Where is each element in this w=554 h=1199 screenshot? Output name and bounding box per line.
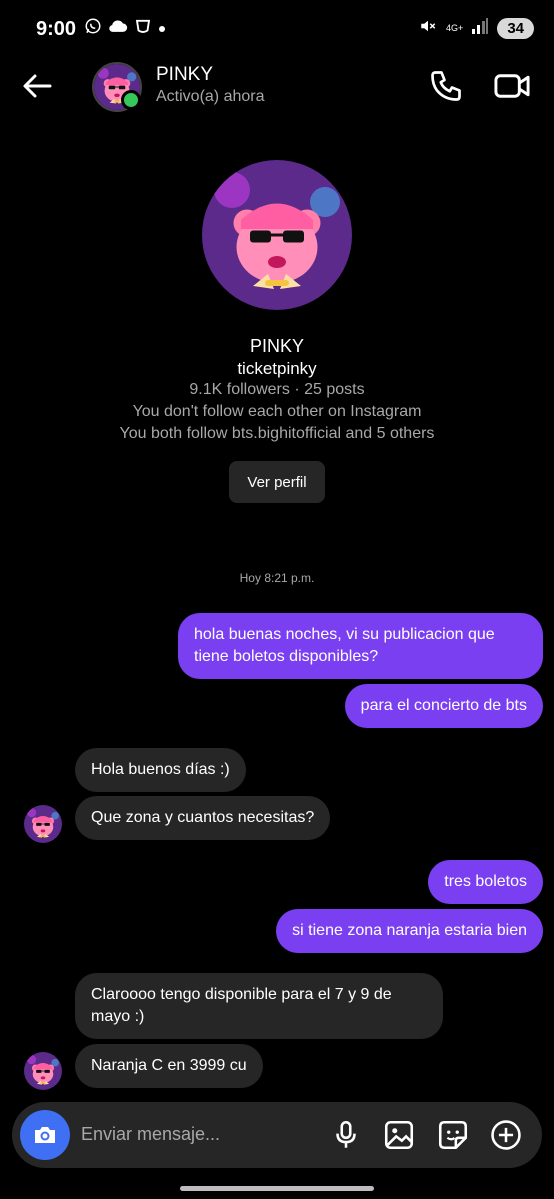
- message-outgoing[interactable]: tres boletos: [428, 860, 543, 904]
- message-input[interactable]: Enviar mensaje...: [81, 1124, 220, 1145]
- home-indicator: [180, 1186, 374, 1191]
- message-incoming[interactable]: Hola buenos días :): [75, 748, 246, 792]
- gallery-icon[interactable]: [382, 1118, 416, 1152]
- phone-icon[interactable]: [428, 68, 464, 104]
- message-outgoing[interactable]: si tiene zona naranja estaria bien: [276, 909, 543, 953]
- profile-name: PINKY: [249, 336, 305, 356]
- follow-note: You don't follow each other on Instagram: [132, 403, 422, 420]
- camera-icon[interactable]: [20, 1110, 70, 1160]
- status-icons-left: [84, 17, 166, 40]
- contact-status: Activo(a) ahora: [156, 88, 265, 105]
- status-time: 9:00: [36, 18, 77, 40]
- network-icon: 4G+: [446, 23, 464, 33]
- microphone-icon[interactable]: [329, 1118, 363, 1152]
- cloud-icon: [108, 18, 128, 39]
- sticker-icon[interactable]: [436, 1118, 470, 1152]
- profile-avatar[interactable]: [202, 160, 352, 310]
- mute-icon: [418, 17, 438, 40]
- contact-name[interactable]: PINKY: [156, 64, 213, 86]
- plus-icon[interactable]: [489, 1118, 523, 1152]
- message-incoming[interactable]: Que zona y cuantos necesitas?: [75, 796, 331, 840]
- online-indicator: [121, 90, 141, 110]
- app-icon: [134, 17, 152, 40]
- whatsapp-icon: [84, 17, 102, 40]
- view-profile-button[interactable]: Ver perfil: [229, 461, 325, 503]
- profile-username: ticketpinky: [237, 359, 317, 378]
- back-arrow-icon[interactable]: [20, 68, 56, 104]
- sender-avatar[interactable]: [24, 805, 62, 843]
- message-incoming[interactable]: Naranja C en 3999 cu: [75, 1044, 263, 1088]
- message-incoming[interactable]: Claroooo tengo disponible para el 7 y 9 …: [75, 973, 443, 1039]
- profile-stats: 9.1K followers · 25 posts: [189, 381, 365, 398]
- battery-icon: 34: [497, 18, 534, 39]
- video-camera-icon[interactable]: [493, 68, 531, 104]
- mutual-follow: You both follow bts.bighitofficial and 5…: [119, 425, 435, 442]
- status-icons-right: 4G+ 34: [418, 17, 534, 40]
- message-outgoing[interactable]: para el concierto de bts: [344, 684, 543, 728]
- signal-icon: [471, 18, 489, 39]
- chat-timestamp: Hoy 8:21 p.m.: [239, 571, 315, 585]
- sender-avatar[interactable]: [24, 1052, 62, 1090]
- dot-icon: [158, 20, 166, 38]
- message-outgoing[interactable]: hola buenas noches, vi su publicacion qu…: [178, 613, 543, 679]
